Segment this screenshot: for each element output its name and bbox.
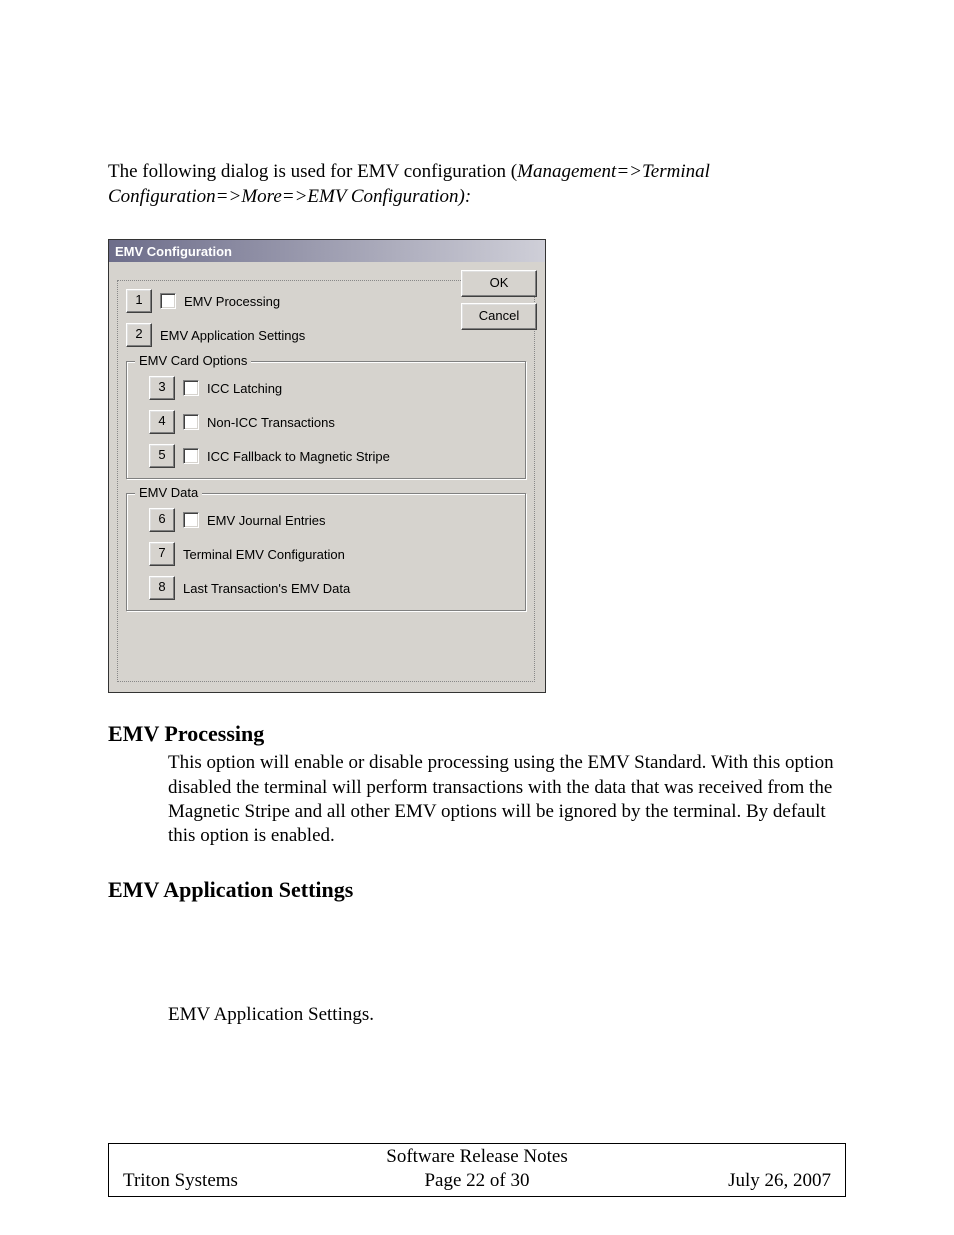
checkbox-icc-latching[interactable] xyxy=(183,380,199,396)
dialog-titlebar: EMV Configuration xyxy=(109,240,545,262)
ok-button[interactable]: OK xyxy=(461,270,537,297)
label-emv-processing: EMV Processing xyxy=(184,294,280,309)
row-last-transaction-emv-data: 8 Last Transaction's EMV Data xyxy=(149,576,517,600)
row-emv-journal-entries: 6 EMV Journal Entries xyxy=(149,508,517,532)
checkbox-icc-fallback[interactable] xyxy=(183,448,199,464)
group-emv-card-options: EMV Card Options 3 ICC Latching 4 Non-IC… xyxy=(126,361,526,479)
dialog-title: EMV Configuration xyxy=(115,244,232,259)
footer-title: Software Release Notes xyxy=(123,1146,831,1168)
num-button-7[interactable]: 7 xyxy=(149,542,175,566)
num-button-1[interactable]: 1 xyxy=(126,289,152,313)
label-icc-latching: ICC Latching xyxy=(207,381,282,396)
row-icc-latching: 3 ICC Latching xyxy=(149,376,517,400)
body-emv-processing: This option will enable or disable proce… xyxy=(168,751,846,848)
heading-emv-processing: EMV Processing xyxy=(108,721,846,747)
dialog-action-buttons: OK Cancel xyxy=(461,270,535,336)
document-page: The following dialog is used for EMV con… xyxy=(0,0,954,1235)
dialog-bottom-pad xyxy=(126,611,526,671)
dialog-body: OK Cancel 1 EMV Processing 2 xyxy=(109,262,545,692)
checkbox-emv-journal-entries[interactable] xyxy=(183,512,199,528)
num-button-3[interactable]: 3 xyxy=(149,376,175,400)
row-icc-fallback: 5 ICC Fallback to Magnetic Stripe xyxy=(149,444,517,468)
intro-text: The following dialog is used for EMV con… xyxy=(108,161,517,182)
row-non-icc-transactions: 4 Non-ICC Transactions xyxy=(149,410,517,434)
num-button-2[interactable]: 2 xyxy=(126,323,152,347)
row-terminal-emv-config: 7 Terminal EMV Configuration xyxy=(149,542,517,566)
label-non-icc-transactions: Non-ICC Transactions xyxy=(207,415,335,430)
legend-emv-card-options: EMV Card Options xyxy=(135,353,251,368)
label-emv-journal-entries: EMV Journal Entries xyxy=(207,513,326,528)
label-emv-app-settings: EMV Application Settings xyxy=(160,328,305,343)
checkbox-emv-processing[interactable] xyxy=(160,293,176,309)
body-emv-app-settings: EMV Application Settings. xyxy=(168,1003,846,1027)
num-button-4[interactable]: 4 xyxy=(149,410,175,434)
dialog-wrap: EMV Configuration OK Cancel 1 EMV Proces xyxy=(108,239,846,693)
legend-emv-data: EMV Data xyxy=(135,485,202,500)
emv-config-dialog: EMV Configuration OK Cancel 1 EMV Proces xyxy=(108,239,546,693)
footer-right: July 26, 2007 xyxy=(595,1170,831,1192)
footer-left: Triton Systems xyxy=(123,1170,359,1192)
num-button-5[interactable]: 5 xyxy=(149,444,175,468)
heading-emv-app-settings: EMV Application Settings xyxy=(108,877,846,903)
dialog-main-frame: 1 EMV Processing 2 EMV Application Setti… xyxy=(117,280,535,682)
num-button-8[interactable]: 8 xyxy=(149,576,175,600)
label-last-transaction-emv-data: Last Transaction's EMV Data xyxy=(183,581,350,596)
page-footer: Software Release Notes Triton Systems Pa… xyxy=(108,1143,846,1197)
intro-paragraph: The following dialog is used for EMV con… xyxy=(108,160,846,209)
checkbox-non-icc-transactions[interactable] xyxy=(183,414,199,430)
footer-mid: Page 22 of 30 xyxy=(359,1170,595,1192)
num-button-6[interactable]: 6 xyxy=(149,508,175,532)
group-emv-data: EMV Data 6 EMV Journal Entries 7 Termina… xyxy=(126,493,526,611)
label-icc-fallback: ICC Fallback to Magnetic Stripe xyxy=(207,449,390,464)
label-terminal-emv-config: Terminal EMV Configuration xyxy=(183,547,345,562)
cancel-button[interactable]: Cancel xyxy=(461,303,537,330)
